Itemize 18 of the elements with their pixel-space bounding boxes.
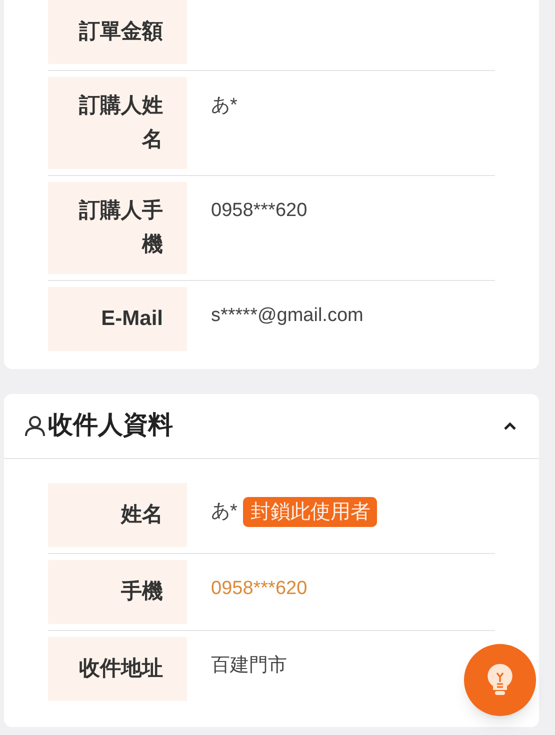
field-label: 訂購人手機 bbox=[48, 182, 187, 274]
field-label: 姓名 bbox=[48, 483, 187, 547]
lightbulb-icon bbox=[487, 663, 513, 697]
field-value: 0958***620 bbox=[211, 199, 308, 223]
field-value: あ* bbox=[211, 94, 238, 118]
field-value: 百建門市 bbox=[211, 654, 287, 678]
block-user-button[interactable]: 封鎖此使用者 bbox=[243, 497, 378, 527]
field-label: 訂單金額 bbox=[48, 0, 187, 64]
person-icon bbox=[24, 415, 46, 437]
section-title: 收件人資料 bbox=[48, 410, 173, 442]
field-label: 訂購人姓名 bbox=[48, 77, 187, 169]
field-value: あ* bbox=[211, 500, 238, 524]
field-value: s*****@gmail.com bbox=[211, 304, 364, 328]
chevron-up-icon[interactable] bbox=[503, 421, 517, 431]
field-label: 手機 bbox=[48, 560, 187, 624]
phone-link[interactable]: 0958***620 bbox=[211, 576, 308, 602]
field-label: 收件地址 bbox=[48, 637, 187, 701]
field-label: E-Mail bbox=[48, 287, 187, 351]
